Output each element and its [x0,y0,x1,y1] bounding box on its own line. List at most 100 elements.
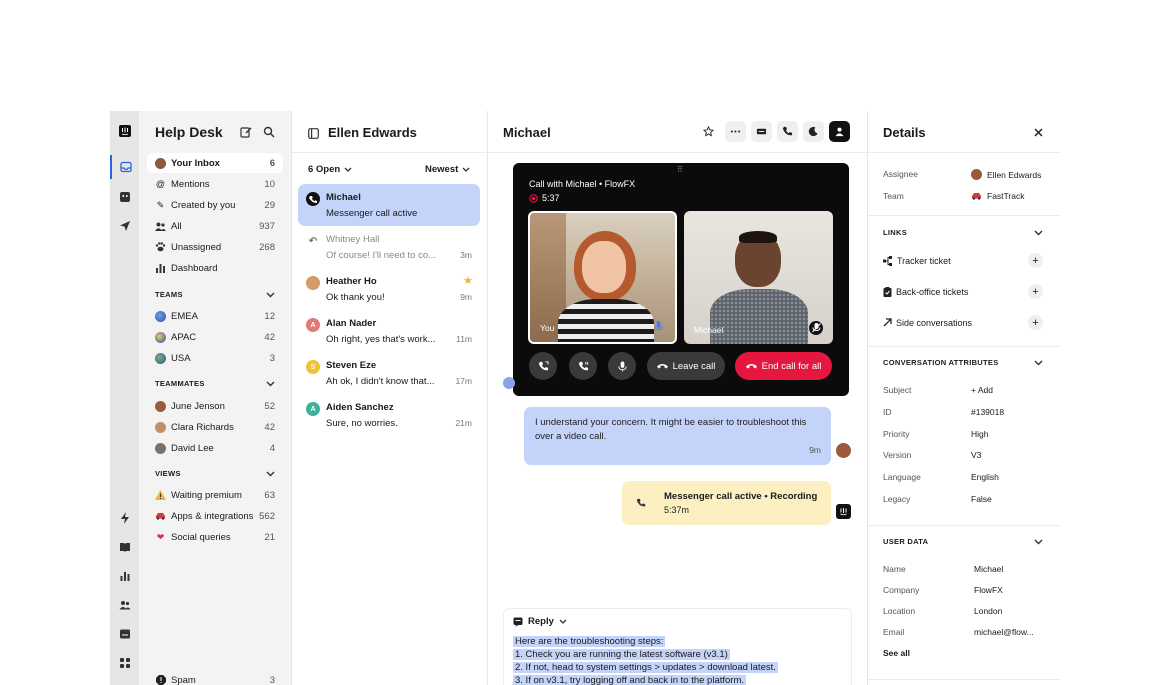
sidebar-item-david-lee[interactable]: David Lee 4 [147,438,283,458]
sidebar-item-unassigned[interactable]: Unassigned 268 [147,237,283,257]
bot-icon[interactable] [110,185,139,209]
reply-mode-dropdown[interactable]: Reply [513,616,567,627]
conversation-time: 21m [455,418,472,428]
sidebar-item-waiting-premium[interactable]: Waiting premium 63 [147,485,283,505]
user-data-row[interactable]: Company FlowFX [883,585,1053,595]
user-data-section-header[interactable]: USER DATA [883,537,1043,546]
reply-icon [513,617,523,627]
reply-text-line[interactable]: 2. If not, head to system settings > upd… [513,662,778,673]
sidebar-item-your-inbox[interactable]: Your Inbox 6 [147,153,283,173]
sort-dropdown[interactable]: Newest [425,164,470,175]
reply-text-line[interactable]: 1. Check you are running the latest soft… [513,649,730,660]
contacts-icon[interactable] [110,593,139,617]
attribute-row[interactable]: Priority High [883,429,1053,439]
link-side-conversations[interactable]: Side conversations + [883,315,1043,330]
teams-section-header[interactable]: TEAMS [155,290,275,299]
open-filter-dropdown[interactable]: 6 Open [308,164,352,175]
search-icon[interactable] [262,125,276,139]
sidebar-item-dashboard[interactable]: Dashboard [147,258,283,278]
user-data-row[interactable]: Email michael@flow... [883,627,1053,637]
video-tile-you[interactable]: You [528,211,677,344]
sidebar-item-june-jenson[interactable]: June Jenson 52 [147,396,283,416]
sidebar-item-label: Your Inbox [171,157,220,169]
compose-icon[interactable] [239,125,253,139]
attribute-row[interactable]: Legacy False [883,494,1053,504]
reports-icon[interactable] [110,564,139,588]
user-data-row[interactable]: Name Michael [883,564,1053,574]
more-icon[interactable] [725,121,746,142]
attribute-row[interactable]: Version V3 [883,450,1053,460]
inbox-owner-title: Ellen Edwards [328,125,417,140]
send-icon[interactable] [110,214,139,238]
sidebar-item-apps-integrations[interactable]: Apps & integrations 562 [147,506,283,526]
field-value: False [971,494,992,504]
leave-call-button[interactable]: Leave call [647,352,725,380]
face-shape [582,241,626,293]
reply-text-line[interactable]: 3. If on v3.1, try logging off and back … [513,675,747,685]
field-label: Language [883,472,921,482]
assignee-row[interactable]: Assignee Ellen Edwards [883,169,1053,180]
end-call-for-all-button[interactable]: End call for all [735,352,832,380]
star-icon[interactable] [698,121,719,142]
sidebar-item-label: Apps & integrations [171,510,254,522]
star-icon[interactable]: ★ [463,274,473,287]
sidebar-item-usa[interactable]: USA 3 [147,348,283,368]
reply-composer[interactable]: Reply Here are the troubleshooting steps… [503,608,852,685]
assign-icon[interactable] [829,121,850,142]
views-section-header[interactable]: VIEWS [155,469,275,478]
mic-muted-icon [809,321,823,335]
app-logo-icon[interactable] [110,119,139,143]
sidebar-item-count: 10 [264,178,275,190]
panel-toggle-icon[interactable] [308,126,320,139]
sidebar-item-social-queries[interactable]: ❤ Social queries 21 [147,527,283,547]
section-title: CONVERSATION ATTRIBUTES [883,358,999,367]
ticket-icon[interactable] [751,121,772,142]
field-label: Subject [883,385,912,395]
links-section-header[interactable]: LINKS [883,228,1043,237]
sidebar-item-mentions[interactable]: @ Mentions 10 [147,174,283,194]
add-icon[interactable]: + [1028,315,1043,330]
apps-icon[interactable] [110,651,139,675]
conversation-item-michael[interactable]: Michael Messenger call active [298,184,480,226]
link-label: Tracker ticket [897,255,951,266]
sidebar-item-created-by-you[interactable]: ✎ Created by you 29 [147,195,283,215]
add-icon[interactable]: + [1028,284,1043,299]
snooze-icon[interactable] [803,121,824,142]
see-all-link[interactable]: See all [883,648,910,658]
conversation-item-aiden-sanchez[interactable]: A Aiden Sanchez Sure, no worries. 21m [298,394,480,436]
conversation-item-alan-nader[interactable]: A Alan Nader Oh right, yes that's work..… [298,310,480,352]
phone-icon[interactable] [777,121,798,142]
attributes-section-header[interactable]: CONVERSATION ATTRIBUTES [883,358,1043,367]
lightning-icon[interactable] [110,506,139,530]
sidebar-item-emea[interactable]: EMEA 12 [147,306,283,326]
hold-call-button[interactable] [569,352,597,380]
video-tile-michael[interactable]: Michael [684,211,833,344]
attribute-row[interactable]: Language English [883,472,1053,482]
conversation-preview: Sure, no worries. [326,418,398,429]
book-icon[interactable] [110,535,139,559]
messages-icon[interactable] [110,622,139,646]
field-value: High [971,429,989,439]
team-row[interactable]: Team FastTrack [883,191,1053,201]
sidebar-item-all[interactable]: All 937 [147,216,283,236]
sidebar-item-spam[interactable]: Spam 3 [147,670,283,685]
attribute-row[interactable]: ID #139018 [883,407,1053,417]
transfer-call-button[interactable] [529,352,557,380]
sidebar-item-label: Waiting premium [171,489,242,501]
close-icon[interactable] [1032,126,1044,138]
conversation-item-heather-ho[interactable]: Heather Ho Ok thank you! ★ 9m [298,268,480,310]
sidebar-item-clara-richards[interactable]: Clara Richards 42 [147,417,283,437]
conversation-item-steven-eze[interactable]: S Steven Eze Ah ok, I didn't know that..… [298,352,480,394]
link-tracker-ticket[interactable]: Tracker ticket + [883,253,1043,268]
inbox-icon[interactable] [110,155,139,179]
link-back-office-tickets[interactable]: Back-office tickets + [883,284,1043,299]
user-data-row[interactable]: Location London [883,606,1053,616]
sidebar-item-apac[interactable]: APAC 42 [147,327,283,347]
drag-handle-icon[interactable]: ⠿ [677,165,684,174]
conversation-item-whitney-hall[interactable]: ↶ Whitney Hall Of course! I'll need to c… [298,226,480,268]
attribute-row[interactable]: Subject + Add [883,385,1053,395]
mute-button[interactable] [608,352,636,380]
add-icon[interactable]: + [1028,253,1043,268]
teammates-section-header[interactable]: TEAMMATES [155,379,275,388]
reply-text-line[interactable]: Here are the troubleshooting steps: [513,636,666,647]
